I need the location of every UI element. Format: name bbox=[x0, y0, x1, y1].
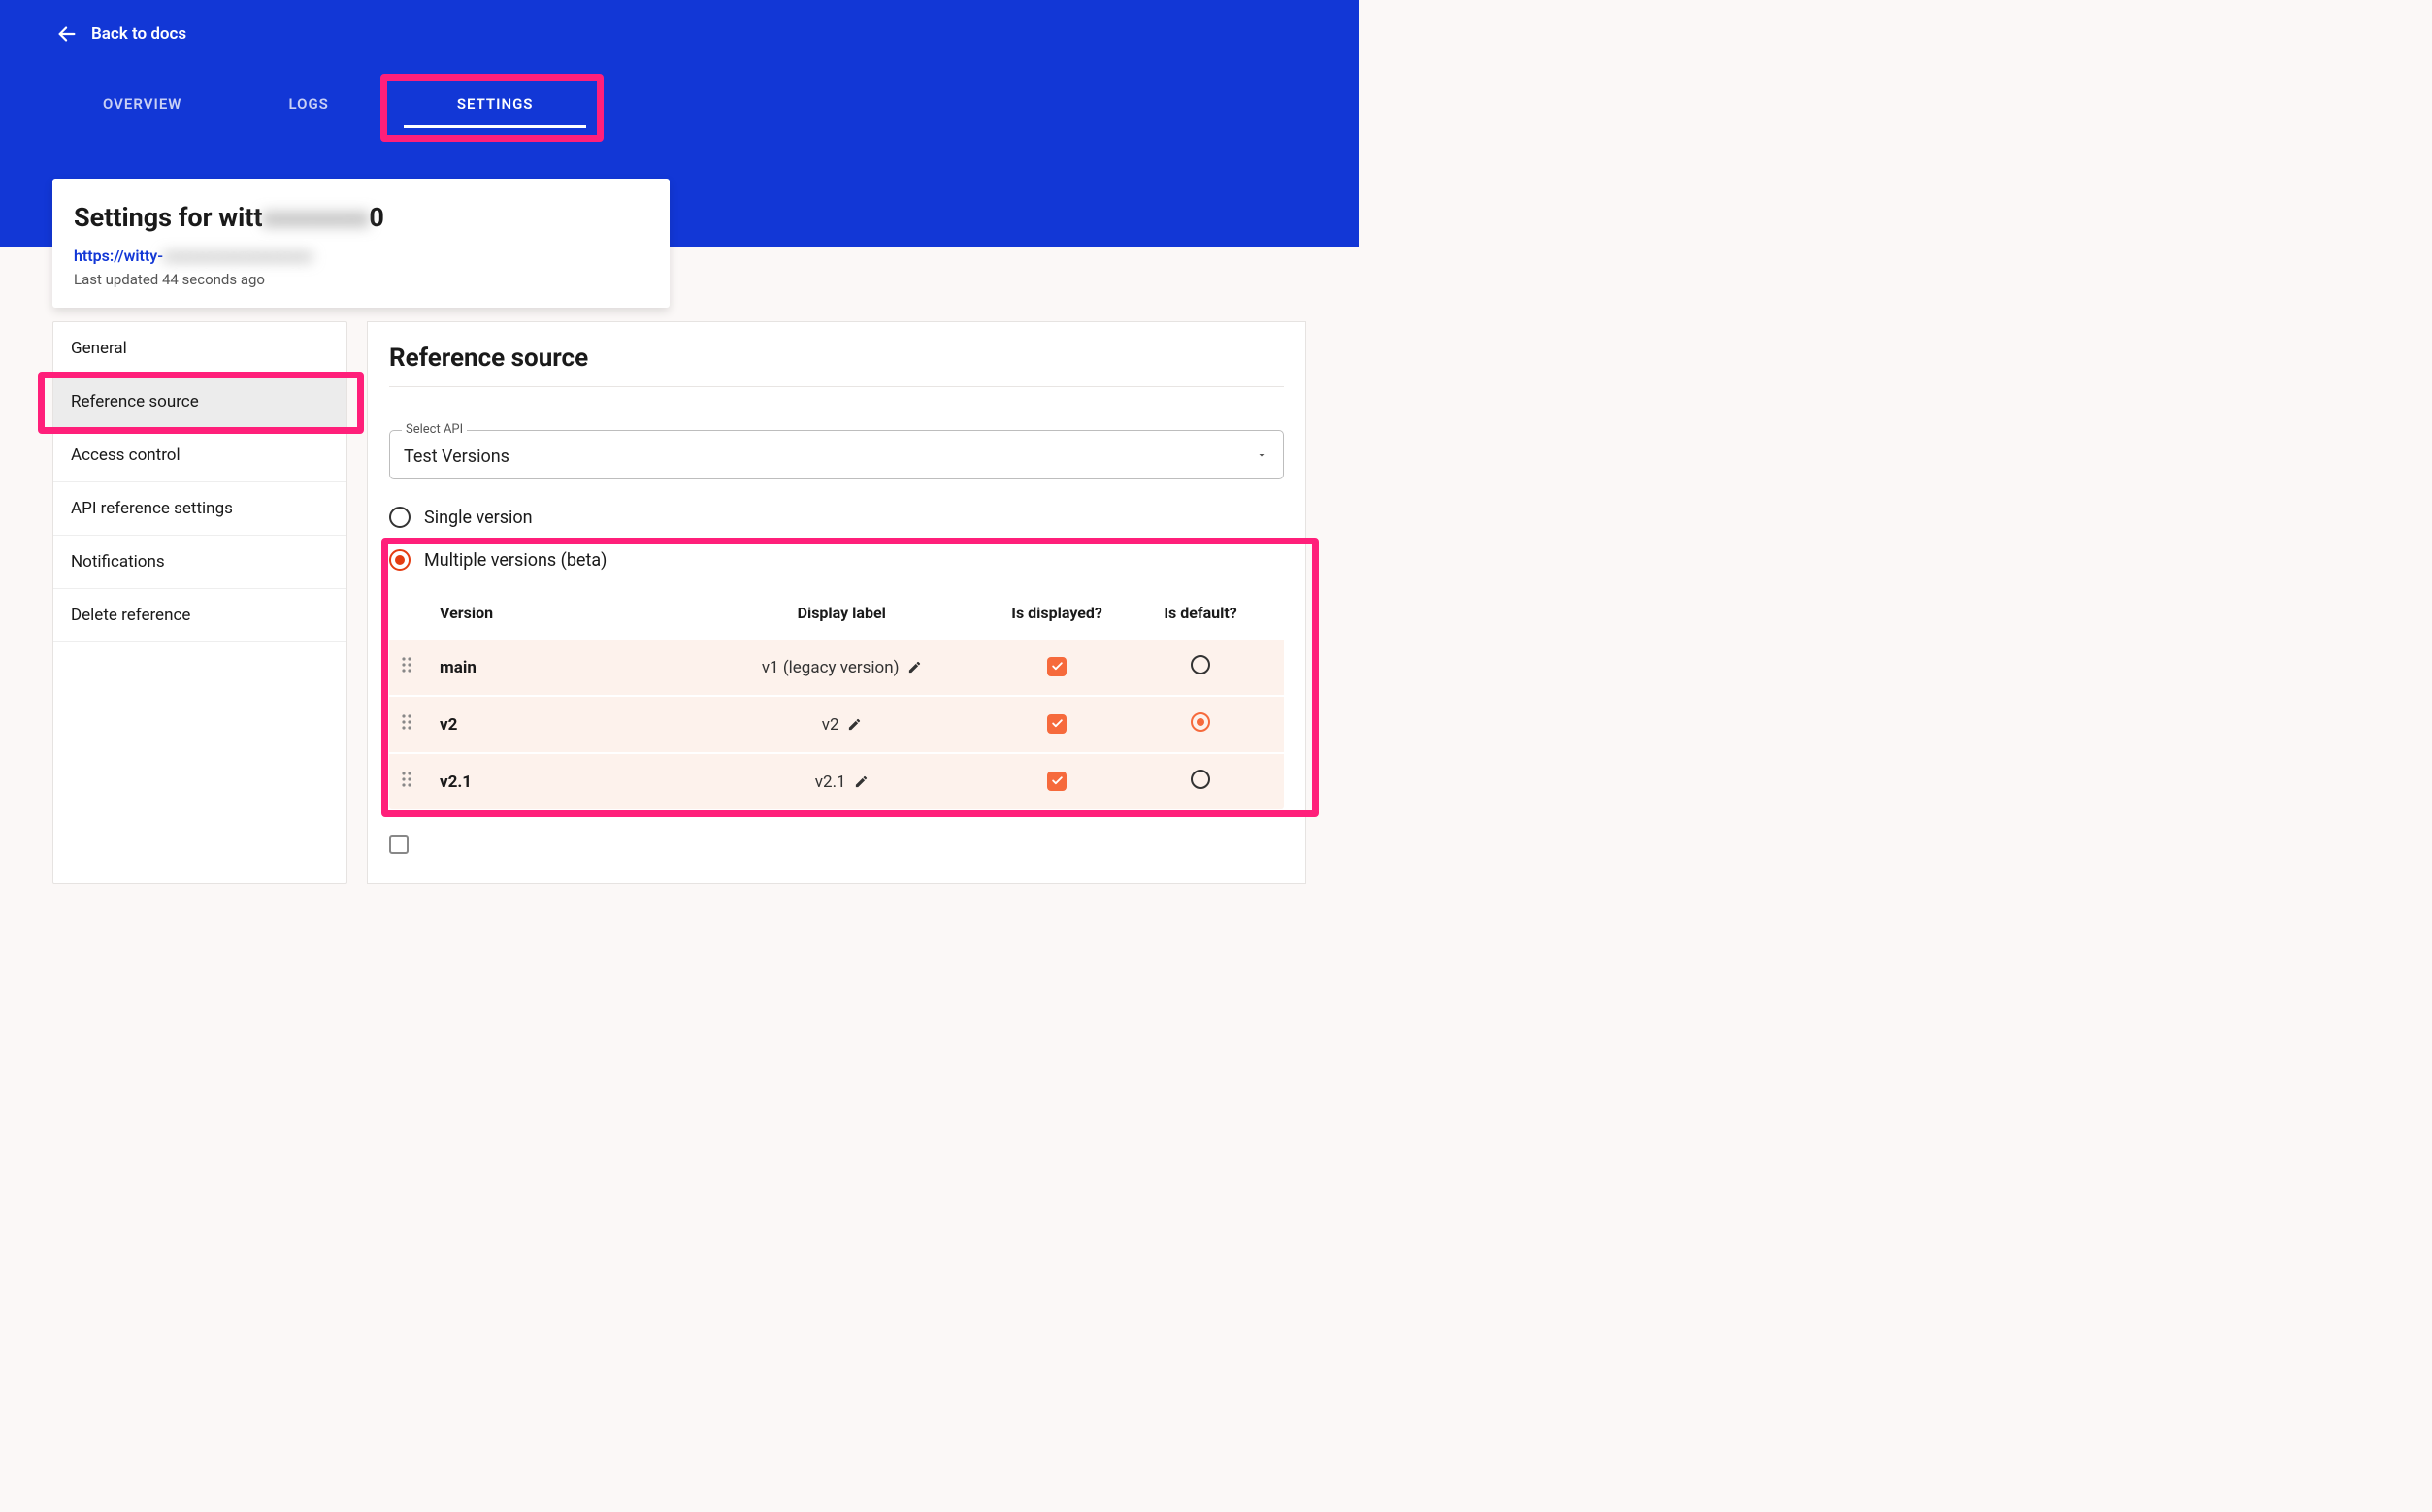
settings-content-panel: Reference source Select API Test Version… bbox=[367, 321, 1306, 884]
select-api-label: Select API bbox=[402, 422, 467, 437]
page-title-redacted: xxxxxxxx bbox=[263, 202, 370, 233]
settings-sidebar: General Reference source Access control … bbox=[52, 321, 347, 884]
sidebar-item-notifications[interactable]: Notifications bbox=[53, 536, 346, 589]
sidebar-item-general[interactable]: General bbox=[53, 322, 346, 376]
radio-single-version[interactable]: Single version bbox=[389, 507, 1284, 528]
settings-title-card: Settings for wittxxxxxxxx0 https://witty… bbox=[52, 179, 670, 308]
sidebar-item-api-reference-settings[interactable]: API reference settings bbox=[53, 482, 346, 536]
back-to-docs-label: Back to docs bbox=[91, 24, 186, 44]
back-to-docs-link[interactable]: Back to docs bbox=[56, 23, 186, 45]
sidebar-item-access-control[interactable]: Access control bbox=[53, 429, 346, 482]
reference-url-prefix: https://witty- bbox=[74, 247, 163, 265]
radio-single-label: Single version bbox=[424, 508, 533, 528]
last-updated-text: Last updated 44 seconds ago bbox=[74, 271, 648, 288]
sidebar-item-delete-reference[interactable]: Delete reference bbox=[53, 589, 346, 642]
annotation-highlight-settings-tab bbox=[380, 74, 604, 142]
arrow-left-icon bbox=[56, 23, 78, 45]
tab-bar: OVERVIEW LOGS SETTINGS bbox=[56, 83, 1302, 124]
radio-icon bbox=[389, 507, 411, 528]
tab-overview[interactable]: OVERVIEW bbox=[56, 83, 228, 124]
cutoff-option-row bbox=[368, 835, 1305, 854]
reference-url-redacted: xxxxxxxxxxxxxxxxxxx bbox=[163, 247, 312, 265]
tab-logs[interactable]: LOGS bbox=[228, 83, 388, 124]
main-content-row: General Reference source Access control … bbox=[0, 321, 1359, 923]
page-header: Back to docs OVERVIEW LOGS SETTINGS Sett… bbox=[0, 0, 1359, 247]
page-title: Settings for wittxxxxxxxx0 bbox=[74, 202, 648, 233]
annotation-highlight-versions-section bbox=[381, 538, 1319, 817]
page-title-prefix: Settings for witt bbox=[74, 202, 263, 233]
section-heading: Reference source bbox=[389, 344, 1284, 387]
page-title-suffix: 0 bbox=[369, 202, 384, 233]
checkbox-icon[interactable] bbox=[389, 835, 409, 854]
select-api-dropdown[interactable]: Select API Test Versions bbox=[389, 430, 1284, 479]
chevron-down-icon bbox=[1256, 449, 1267, 461]
annotation-highlight-sidebar-item bbox=[38, 372, 364, 434]
reference-url-link[interactable]: https://witty-xxxxxxxxxxxxxxxxxxx bbox=[74, 247, 312, 265]
select-api-value: Test Versions bbox=[404, 446, 509, 467]
